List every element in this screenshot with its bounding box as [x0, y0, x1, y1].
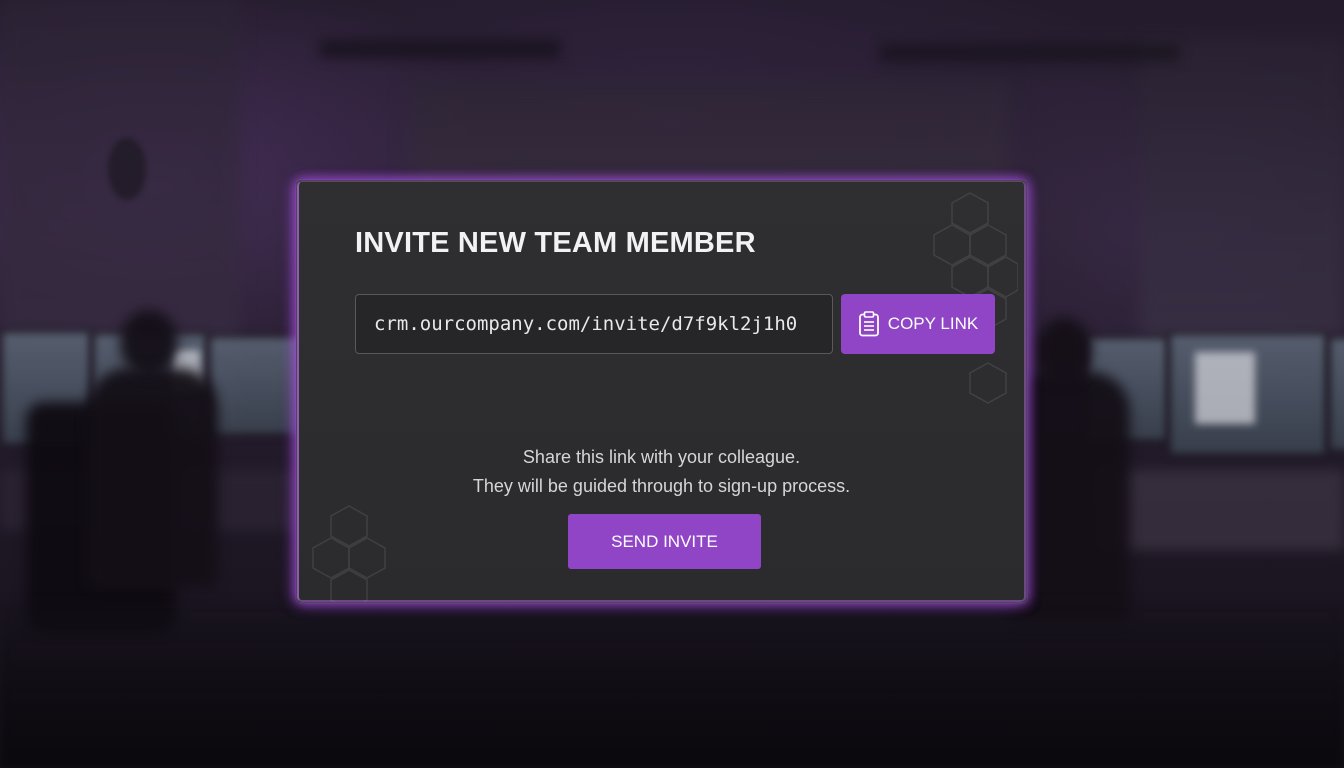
helper-text: Share this link with your colleague. The… [297, 443, 1026, 501]
invite-link-field[interactable] [355, 294, 833, 354]
background-person [88, 368, 218, 588]
copy-link-button[interactable]: COPY LINK [841, 294, 995, 354]
background-person-head [120, 310, 178, 376]
send-invite-button[interactable]: SEND INVITE [568, 514, 761, 569]
background-person [1010, 372, 1130, 622]
background-screen-glow [1195, 352, 1255, 424]
clipboard-icon [858, 311, 880, 337]
background-wall-clock [108, 138, 146, 200]
copy-link-label: COPY LINK [887, 314, 979, 333]
background-ceiling-light [320, 40, 560, 58]
background-monitor [1328, 336, 1344, 452]
hexagon-pattern-decoration [312, 505, 386, 602]
background-ceiling-light [880, 44, 1180, 62]
background-window [1140, 40, 1344, 340]
helper-line: They will be guided through to sign-up p… [472, 476, 851, 496]
invite-dialog: INVITE NEW TEAM MEMBER COPY LINK Share t… [296, 180, 1027, 603]
background-person-head [1036, 318, 1092, 384]
background-floor [0, 600, 1344, 768]
background-desk [1100, 470, 1344, 550]
helper-line: Share this link with your colleague. [522, 447, 801, 467]
dialog-title: INVITE NEW TEAM MEMBER [355, 227, 756, 259]
background-monitor [208, 335, 306, 436]
